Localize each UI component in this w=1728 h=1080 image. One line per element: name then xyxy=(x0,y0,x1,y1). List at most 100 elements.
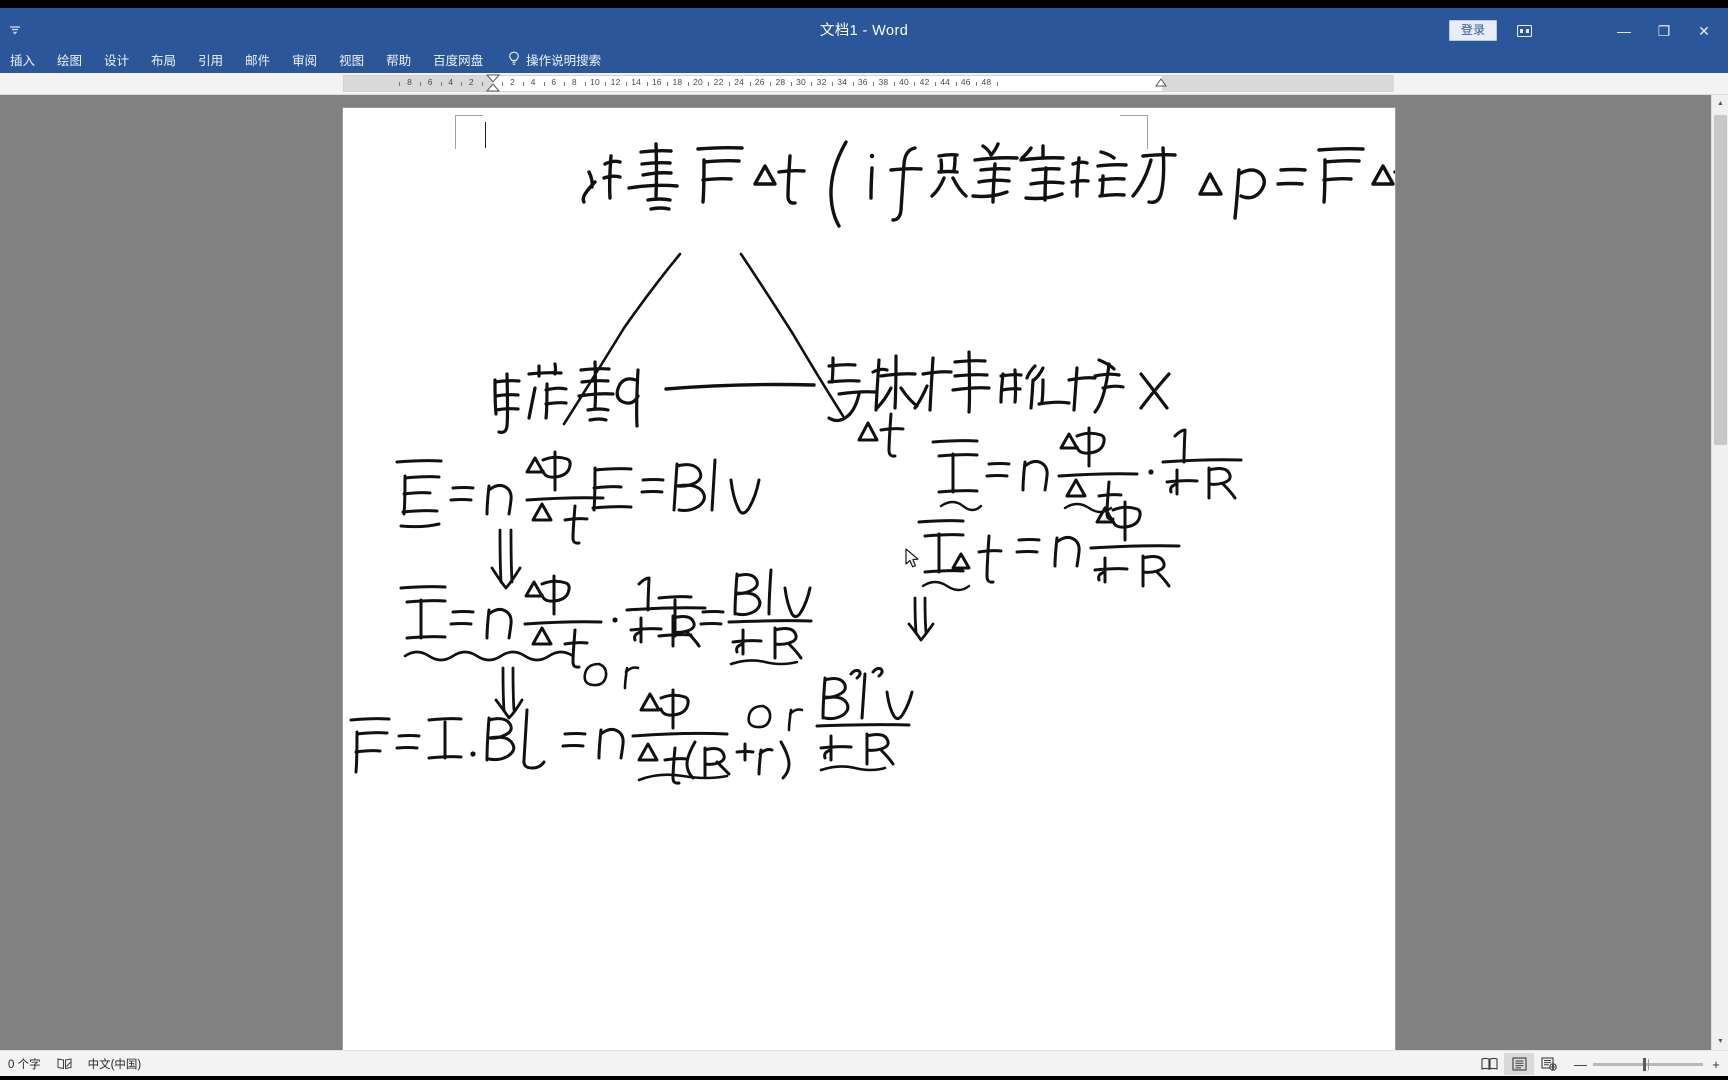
ruler-tick-mark xyxy=(667,82,669,86)
ruler-tick-label: 4 xyxy=(448,77,454,87)
ruler-tick-label: 36 xyxy=(857,77,868,87)
ruler-tick-mark xyxy=(728,82,730,86)
ruler-tick-mark xyxy=(399,82,401,86)
ruler-tick-label: 10 xyxy=(590,77,600,87)
ruler-tick-mark xyxy=(976,82,978,86)
ruler-tick-mark xyxy=(543,82,545,86)
sign-in-button[interactable]: 登录 xyxy=(1449,20,1497,41)
scroll-down-arrow[interactable]: ▼ xyxy=(1712,1033,1728,1050)
ribbon-tab-design[interactable]: 设计 xyxy=(93,45,140,73)
ruler-tick-label: 40 xyxy=(899,77,909,87)
ribbon-tab-help[interactable]: 帮助 xyxy=(375,45,422,73)
ruler-tick-mark xyxy=(873,82,875,86)
ruler-tick-label: 24 xyxy=(734,77,745,87)
web-layout-button[interactable] xyxy=(1534,1053,1564,1075)
ruler-tick-mark xyxy=(831,82,833,86)
ruler-tick-label: 14 xyxy=(631,77,642,87)
ruler-tick-label: 44 xyxy=(940,77,951,87)
zoom-slider-knob[interactable] xyxy=(1643,1057,1646,1071)
ruler-tick-label: 2 xyxy=(468,77,474,87)
zoom-out-button[interactable]: — xyxy=(1574,1057,1587,1072)
tell-me-label: 操作说明搜索 xyxy=(526,53,602,68)
ruler-tick-mark xyxy=(687,82,689,86)
status-bar-right-group: — + xyxy=(1474,1051,1722,1077)
ruler-tick-label: 26 xyxy=(754,77,765,87)
vertical-scroll-thumb[interactable] xyxy=(1714,115,1727,445)
ruler-tick-label: 8 xyxy=(571,77,577,87)
restore-button[interactable]: ❐ xyxy=(1644,16,1684,46)
ruler-tick-label: 20 xyxy=(693,77,703,87)
ruler-tick-mark xyxy=(584,82,586,86)
ruler-tick-mark xyxy=(955,82,957,86)
ruler-tick-mark xyxy=(893,82,895,86)
ink-branch-right-label xyxy=(827,350,1171,423)
ruler-tick-mark xyxy=(770,82,772,86)
title-bar: 文档1 - Word 登录 — ❐ ✕ xyxy=(0,8,1728,45)
first-line-indent-marker[interactable] xyxy=(485,74,501,94)
ruler-tick-mark xyxy=(646,82,648,86)
ruler-tick-label: 6 xyxy=(427,77,433,87)
ruler-tick-label: 38 xyxy=(878,77,889,87)
right-indent-marker[interactable] xyxy=(1154,78,1168,92)
ruler-tick-label: 30 xyxy=(796,77,806,87)
ribbon-tab-references[interactable]: 引用 xyxy=(187,45,234,73)
ink-formula-impulse-right xyxy=(917,500,1181,592)
word-application-window: 文档1 - Word 登录 — ❐ ✕ 插入 绘图 设计 布局 引用 邮件 审阅… xyxy=(0,0,1728,1080)
ruler-tick-mark xyxy=(749,82,751,86)
scroll-up-arrow[interactable]: ▲ xyxy=(1712,95,1728,112)
horizontal-ruler[interactable]: 8 6 4 2 2 4 6 8 10 12 14 16 18 20 22 24 26 28 30 32 34 36 38 40… xyxy=(343,74,1394,94)
ribbon-tab-layout[interactable]: 布局 xyxy=(140,45,187,73)
ribbon-display-options-icon[interactable] xyxy=(1512,20,1536,41)
ink-arrow-down-2 xyxy=(494,666,524,720)
zoom-in-button[interactable]: + xyxy=(1710,1057,1722,1072)
status-bar: 0 个字 中文(中国) — + xyxy=(0,1050,1728,1076)
ribbon-tab-view[interactable]: 视图 xyxy=(328,45,375,73)
document-work-area[interactable] xyxy=(0,95,1728,1050)
lightbulb-icon xyxy=(508,51,520,67)
close-button[interactable]: ✕ xyxy=(1684,16,1724,46)
ribbon-tab-mailings[interactable]: 邮件 xyxy=(234,45,281,73)
ruler-strip: 8 6 4 2 2 4 6 8 10 12 14 16 18 20 22 24 26 28 30 32 34 36 38 40… xyxy=(0,73,1728,95)
ruler-tick-mark xyxy=(625,82,627,86)
ruler-tick-label: 28 xyxy=(775,77,786,87)
branch-line-right xyxy=(739,252,845,418)
ruler-tick-label: 16 xyxy=(651,77,662,87)
ruler-tick-mark xyxy=(811,82,813,86)
ruler-tick-mark xyxy=(605,82,607,86)
ruler-tick-mark xyxy=(419,82,421,86)
document-page[interactable] xyxy=(343,108,1395,1050)
ruler-tick-mark xyxy=(522,82,524,86)
language-status[interactable]: 中文(中国) xyxy=(80,1051,150,1077)
ribbon-tab-baidu-netdisk[interactable]: 百度网盘 xyxy=(422,45,494,73)
vertical-scrollbar[interactable]: ▲ ▼ xyxy=(1711,95,1728,1050)
ink-arrow-down-3 xyxy=(907,596,935,642)
ink-delta-t-sub xyxy=(857,412,905,458)
ink-formula-current-left xyxy=(399,568,813,690)
ruler-tick-mark xyxy=(996,82,998,86)
zoom-slider-midpoint-tick xyxy=(1648,1058,1649,1070)
ruler-tick-marks: 8 6 4 2 2 4 6 8 10 12 14 16 18 20 22 24 26 28 30 32 34 36 38 40… xyxy=(344,76,1392,91)
ruler-tick-mark xyxy=(564,82,566,86)
read-mode-button[interactable] xyxy=(1474,1053,1504,1075)
ruler-tick-label: 4 xyxy=(530,77,536,87)
ruler-tick-mark xyxy=(790,82,792,86)
ink-formula-blv xyxy=(591,458,761,515)
tell-me-search[interactable]: 操作说明搜索 xyxy=(508,50,601,69)
ribbon-tab-review[interactable]: 审阅 xyxy=(281,45,328,73)
zoom-slider[interactable] xyxy=(1593,1057,1703,1071)
proofing-errors-icon[interactable] xyxy=(49,1051,80,1077)
ruler-tick-mark xyxy=(481,82,483,86)
ribbon-tab-draw[interactable]: 绘图 xyxy=(46,45,93,73)
minimize-button[interactable]: — xyxy=(1604,16,1644,46)
print-layout-button[interactable] xyxy=(1504,1053,1534,1075)
ribbon-tab-bar: 插入 绘图 设计 布局 引用 邮件 审阅 视图 帮助 百度网盘 操作说明搜索 xyxy=(0,45,1728,73)
ink-formula-current-right xyxy=(931,426,1243,521)
word-count-status[interactable]: 0 个字 xyxy=(0,1051,49,1077)
ruler-tick-label: 18 xyxy=(672,77,683,87)
ribbon-tab-insert[interactable]: 插入 xyxy=(0,45,46,73)
handwritten-ink-layer xyxy=(349,140,1395,785)
ink-formula-force xyxy=(349,666,914,785)
ruler-tick-mark xyxy=(852,82,854,86)
ruler-tick-label: 8 xyxy=(407,77,413,87)
ruler-tick-label: 48 xyxy=(981,77,992,87)
